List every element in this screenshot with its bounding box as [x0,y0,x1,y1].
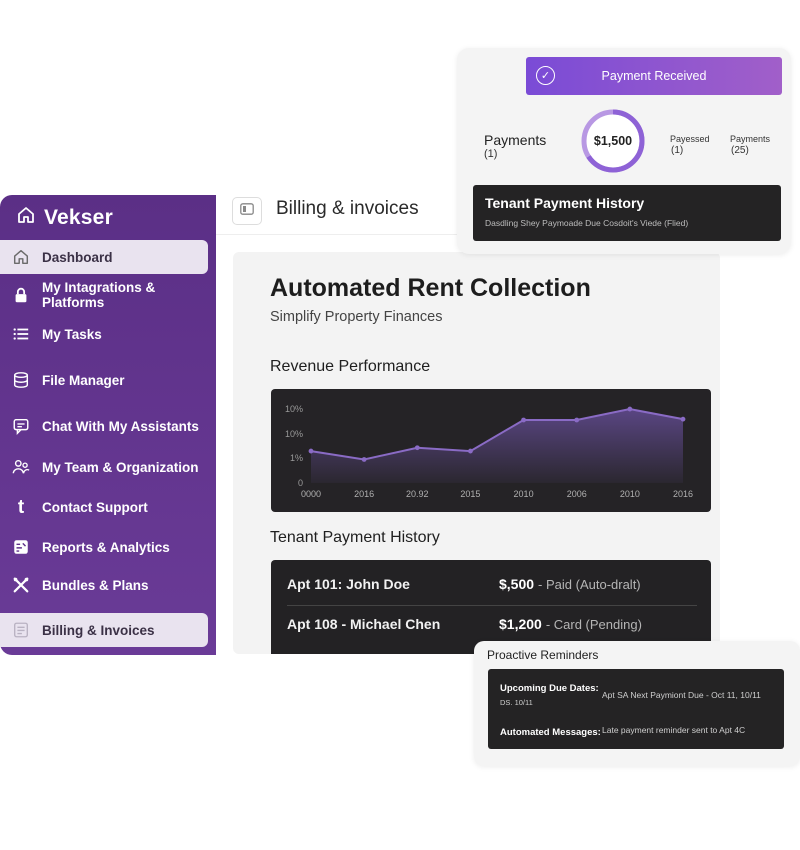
history-section-title: Tenant Payment History [270,529,440,546]
billing-icon [11,620,31,640]
brand[interactable]: Vekser [16,205,113,230]
page-title: Billing & invoices [276,198,419,219]
y-tick-label: 1% [290,453,303,463]
home-icon [11,247,31,267]
sidebar-item-label: File Manager [42,372,125,388]
row-status: - Card (Pending) [545,616,642,632]
reminders-title: Proactive Reminders [487,648,599,662]
automated-messages-label: Automated Messages: [500,727,601,738]
chart-point [308,448,314,454]
panel-icon [240,202,254,220]
y-tick-label: 0 [298,478,303,488]
main-title: Automated Rent Collection [270,274,591,302]
payments-count: (1) [484,148,498,160]
due-dates-label: Upcoming Due Dates: [500,683,599,694]
sidebar-item-label: Contact Support [42,499,148,515]
check-circle-icon: ✓ [536,66,555,85]
sidebar-item-file-manager[interactable]: File Manager [0,363,208,397]
stat-processed-value: (1) [671,145,684,156]
revenue-chart-svg: 10% 10% 1% 00000 2016 20.92 2015 2010 2006 2010 20… [285,404,693,499]
chart-point [521,417,526,423]
sidebar-item-label: My Team & Organization [42,459,199,475]
team-icon [11,457,31,477]
sidebar-item-label: Billing & Invoices [42,622,155,638]
due-date-value: DS. 10/11 [500,698,533,707]
sidebar-item-reports[interactable]: Reports & Analytics [0,530,208,564]
sidebar-item-tasks[interactable]: My Tasks [0,317,208,351]
sidebar-item-label: Dashboard [42,249,113,265]
chart-point [361,457,367,462]
y-tick-label: 10% [285,429,303,439]
row-apartment: Apt 101: John Doe [287,576,410,592]
row-amount: $1,200 [499,616,542,632]
payment-received-banner[interactable]: ✓ Payment Received [526,57,782,95]
chat-icon [11,416,31,436]
lock-icon [11,285,31,305]
row-amount: $,500 [499,576,535,592]
main-card: Automated Rent Collection Simplify Prope… [233,252,720,654]
x-tick-label: 20.92 [406,489,429,499]
row-apartment: Apt 108 - Michael Chen [287,616,441,632]
popup-history-subtitle: Dasdling Shey Paymoade Due Cosdoit's Vie… [485,218,689,228]
tools-icon [11,575,31,595]
brand-name: Vekser [44,205,113,229]
chart-point [414,445,420,451]
sidebar-item-billing[interactable]: Billing & Invoices [0,613,208,647]
table-row[interactable]: Apt 108 - Michael Chen $1,200 - Card (Pe… [287,604,697,644]
x-tick-label: 2016 [673,489,693,499]
chart-point [680,416,686,422]
popup-history-title: Tenant Payment History [485,195,645,211]
sidebar-item-label: Reports & Analytics [42,539,170,555]
sidebar-item-dashboard[interactable]: Dashboard [0,240,208,274]
sidebar: Vekser Dashboard My Intagrations & Platf… [0,195,216,655]
sidebar-item-team[interactable]: My Team & Organization [0,450,208,484]
x-tick-label: 2010 [514,489,534,499]
proactive-reminders-card: Proactive Reminders Upcoming Due Dates: … [474,641,800,766]
sidebar-item-label: My Tasks [42,326,102,342]
chart-point [627,406,633,412]
sidebar-toggle-button[interactable] [232,197,262,225]
sidebar-item-bundles[interactable]: Bundles & Plans [0,568,208,602]
x-tick-label: 2016 [354,489,374,499]
tenant-history-table: Apt 101: John Doe $,500 - Paid (Auto-dra… [271,560,711,654]
stat-payments-value: (25) [731,145,749,156]
stat-processed-label: Payessed [670,134,710,144]
report-icon [11,537,31,557]
sidebar-item-label: Bundles & Plans [42,577,149,593]
chart-point [574,417,580,423]
x-tick-label: 2010 [620,489,640,499]
x-tick-label: 0000 [301,489,321,499]
home-icon [16,205,36,230]
sidebar-item-label: My Intagrations & Platforms [42,280,156,310]
database-icon [11,370,31,390]
x-tick-label: 2015 [460,489,480,499]
sidebar-item-integrations[interactable]: My Intagrations & Platforms [0,278,208,312]
revenue-chart: 10% 10% 1% 0 0000 2016 20.92 2015 2010 2006 2010 20… [271,389,711,512]
list-icon [11,324,31,344]
main-subtitle: Simplify Property Finances [270,309,443,325]
sidebar-item-label: Chat With My Assistants [42,418,199,434]
y-tick-label: 10% [285,404,303,414]
banner-label: Payment Received [601,69,707,83]
sidebar-item-contact-support[interactable]: t Contact Support [0,490,208,524]
payment-received-card: ✓ Payment Received Payments (1) $1,500 P… [457,48,791,254]
header: Billing & invoices [216,195,460,235]
due-dates-text: Apt SA Next Paymiont Due - Oct 11, 10/11 [602,690,761,700]
stat-payments-label: Payments [730,134,771,144]
row-status: - Paid (Auto-dralt) [538,576,641,592]
x-tick-label: 2006 [567,489,587,499]
payments-label: Payments [484,132,547,148]
tumblr-icon: t [11,497,31,517]
payment-amount: $1,500 [593,134,633,148]
revenue-section-title: Revenue Performance [270,358,431,375]
reminders-panel: Upcoming Due Dates: DS. 10/11 Apt SA Nex… [488,669,784,749]
table-row[interactable]: Apt 101: John Doe $,500 - Paid (Auto-dra… [287,564,697,604]
sidebar-item-chat[interactable]: Chat With My Assistants [0,409,208,443]
chart-point [468,448,473,454]
automated-messages-text: Late payment reminder sent to Apt 4C [602,725,746,735]
tumblr-glyph: t [17,496,25,518]
chart-area [311,409,683,483]
popup-history-panel[interactable]: Tenant Payment History Dasdling Shey Pay… [473,185,781,241]
